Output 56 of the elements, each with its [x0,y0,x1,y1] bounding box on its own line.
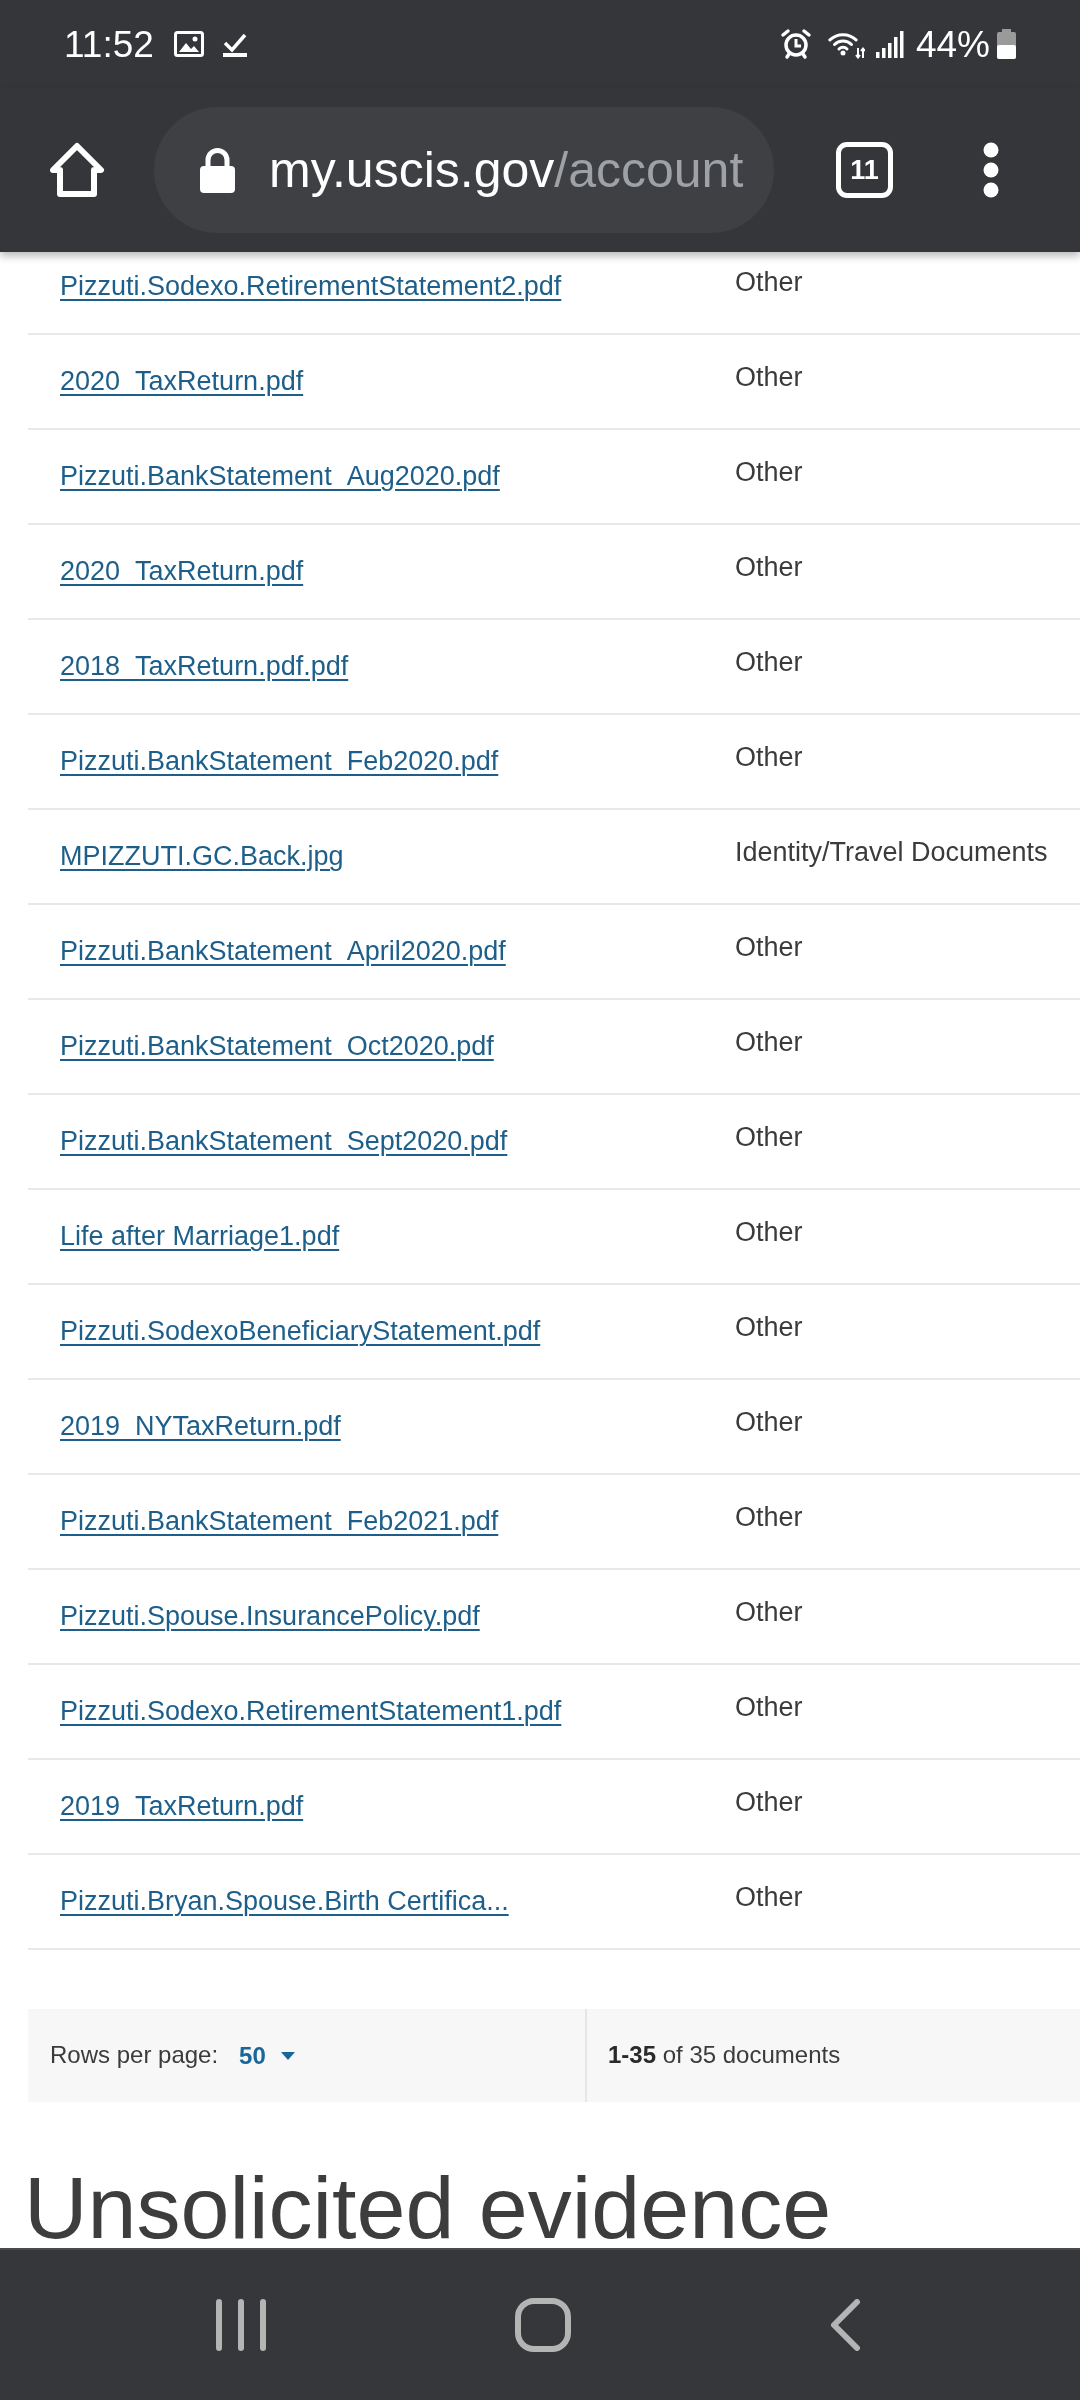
document-type-text: Other [735,1596,803,1630]
document-type-text: Other [735,1121,803,1155]
file-link[interactable]: Pizzuti.BankStatement_Sept2020.pdf [60,1125,508,1158]
file-link[interactable]: 2019_TaxReturn.pdf [60,1790,304,1823]
lock-icon [200,147,235,193]
battery-percent-text: 44% [915,25,990,63]
rows-per-page-label: Rows per page: [50,2041,219,2070]
document-type-text: Other [735,741,803,775]
file-link[interactable]: Pizzuti.BankStatement_Oct2020.pdf [60,1030,494,1063]
file-link[interactable]: 2019_NYTaxReturn.pdf [60,1410,341,1443]
document-type-text: Other [735,266,803,300]
file-link[interactable]: MPIZZUTI.GC.Back.jpg [60,840,344,873]
file-link[interactable]: 2020_TaxReturn.pdf [60,555,304,588]
document-type-text: Other [735,551,803,585]
document-type-text: Other [735,1216,803,1250]
file-link[interactable]: Pizzuti.Bryan.Spouse.Birth Certifica... [60,1885,509,1918]
caret-icon [280,2051,295,2060]
check-icon [222,31,247,57]
more-options-icon[interactable] [983,142,999,198]
document-type-text: Other [735,1026,803,1060]
document-type-text: Other [735,1501,803,1535]
file-link[interactable]: 2018_TaxReturn.pdf.pdf [60,650,349,683]
document-type-text: Other [735,1311,803,1345]
back-icon[interactable] [829,2299,861,2351]
home-icon[interactable] [48,141,106,199]
rows-per-page-select[interactable]: 50 [239,2041,295,2070]
image-icon [173,31,204,57]
file-link[interactable]: Pizzuti.Spouse.InsurancePolicy.pdf [60,1600,480,1633]
battery-icon [997,29,1016,59]
section-heading: Unsolicited evidence [24,2164,832,2248]
file-link[interactable]: Pizzuti.SodexoBeneficiaryStatement.pdf [60,1315,541,1348]
file-link[interactable]: Pizzuti.BankStatement_Aug2020.pdf [60,460,500,493]
file-link[interactable]: Pizzuti.BankStatement_April2020.pdf [60,935,506,968]
document-type-text: Other [735,1881,803,1915]
home-icon[interactable] [515,2298,571,2352]
address-bar[interactable]: my.uscis.gov/account [154,107,774,233]
clock-text: 11:52 [64,25,154,63]
alarm-icon [779,28,812,60]
document-type-text: Identity/Travel Documents [735,836,1048,870]
document-type-text: Other [735,456,803,490]
document-type-text: Other [735,1406,803,1440]
signal-icon [875,30,904,58]
file-link[interactable]: Pizzuti.Sodexo.RetirementStatement2.pdf [60,270,562,303]
file-link[interactable]: Pizzuti.BankStatement_Feb2021.pdf [60,1505,499,1538]
document-type-text: Other [735,361,803,395]
file-link[interactable]: Pizzuti.BankStatement_Feb2020.pdf [60,745,499,778]
recent-apps-icon[interactable] [216,2299,266,2351]
file-link[interactable]: Life after Marriage1.pdf [60,1220,340,1253]
pagination-summary: 1-35 of 35 documents [608,2041,841,2070]
tab-switcher-button[interactable]: 11 [836,142,893,198]
document-type-text: Other [735,1786,803,1820]
document-type-text: Other [735,1691,803,1725]
file-link[interactable]: 2020_TaxReturn.pdf [60,365,304,398]
document-type-text: Other [735,646,803,680]
document-type-text: Other [735,931,803,965]
file-link[interactable]: Pizzuti.Sodexo.RetirementStatement1.pdf [60,1695,562,1728]
